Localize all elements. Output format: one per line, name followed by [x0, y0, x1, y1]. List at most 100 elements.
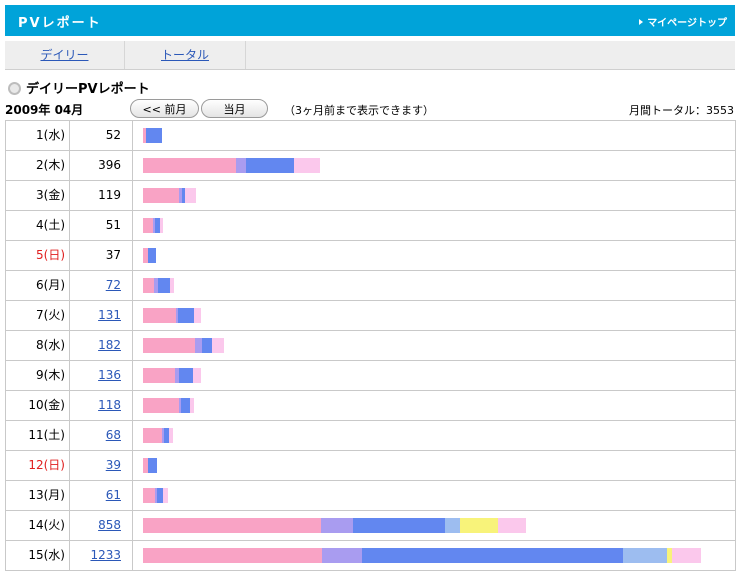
bar-segment [143, 368, 175, 383]
bar-segment [623, 548, 667, 563]
pv-count: 52 [105, 128, 121, 142]
date-label: 1(水) [36, 128, 65, 142]
bar-segment [236, 158, 246, 173]
date-label: 7(火) [36, 308, 65, 322]
daily-pv-table: 1(水) 52 2(木) 396 3(金) 119 4(土) 51 5(日) 37 6(月) 72 7(… [5, 120, 736, 581]
pv-cell: 136 [70, 361, 133, 390]
pv-count: 51 [105, 218, 121, 232]
bar-segment [179, 368, 193, 383]
bar-segment [498, 518, 526, 533]
bar-segment [143, 518, 321, 533]
table-row: 4(土) 51 [5, 211, 736, 241]
bar-segment [148, 248, 156, 263]
pv-count-link[interactable]: 118 [98, 398, 132, 412]
bar-segment [146, 128, 162, 143]
bar-segment [148, 458, 157, 473]
pv-cell: 396 [70, 151, 133, 180]
date-label: 4(土) [36, 218, 65, 232]
date-label: 3(金) [36, 188, 65, 202]
history-note: （3ヶ月前まで表示できます） [284, 104, 434, 117]
bar-segment [353, 518, 445, 533]
bar-segment [143, 398, 179, 413]
date-cell: 1(水) [6, 121, 70, 150]
table-row: 13(月) 61 [5, 481, 736, 511]
bar-segment [672, 548, 701, 563]
date-label: 13(月) [28, 488, 65, 502]
bar-segment [170, 278, 174, 293]
pv-cell: 182 [70, 331, 133, 360]
bar-segment [246, 158, 294, 173]
bar-segment [202, 338, 212, 353]
pv-cell: 131 [70, 301, 133, 330]
pv-count-link[interactable]: 131 [98, 308, 132, 322]
prev-month-button[interactable]: << 前月 [130, 99, 199, 118]
table-row: 8(水) 182 [5, 331, 736, 361]
date-label: 6(月) [36, 278, 65, 292]
pv-cell: 119 [70, 181, 133, 210]
bar-segment [194, 308, 201, 323]
pv-count-link[interactable]: 68 [106, 428, 132, 442]
bar-segment [294, 158, 320, 173]
table-row: 3(金) 119 [5, 181, 736, 211]
pv-cell: 68 [70, 421, 133, 450]
date-label: 8(水) [36, 338, 65, 352]
table-row: 15(水) 1233 [5, 541, 736, 571]
pv-bar-cell [133, 451, 735, 480]
pv-count-link[interactable]: 61 [106, 488, 132, 502]
pv-bar-cell [133, 211, 735, 240]
pv-count-link[interactable]: 182 [98, 338, 132, 352]
bar-segment [169, 428, 173, 443]
pv-bar-cell [133, 121, 735, 150]
bar-segment [321, 518, 353, 533]
section-title: デイリーPVレポート [8, 78, 150, 97]
date-cell: 2(木) [6, 151, 70, 180]
mypage-top-link[interactable]: マイページトップ [639, 14, 727, 29]
date-label: 14(火) [28, 518, 65, 532]
date-label: 11(土) [28, 428, 65, 442]
pv-cell: 72 [70, 271, 133, 300]
pv-cell: 61 [70, 481, 133, 510]
bar-segment [178, 308, 194, 323]
pv-count-link[interactable]: 1233 [90, 548, 132, 562]
pv-count: 37 [105, 248, 121, 262]
bar-segment [143, 428, 162, 443]
pv-count-link[interactable]: 39 [106, 458, 132, 472]
bar-segment [212, 338, 224, 353]
pv-cell: 858 [70, 511, 133, 540]
bar-segment [190, 398, 194, 413]
date-cell: 10(金) [6, 391, 70, 420]
pv-cell: 39 [70, 451, 133, 480]
table-row: 9(木) 136 [5, 361, 736, 391]
pv-cell: 118 [70, 391, 133, 420]
pv-count-link[interactable]: 136 [98, 368, 132, 382]
pv-count: 119 [98, 188, 121, 202]
pv-bar-cell [133, 151, 735, 180]
monthly-total: 月間トータル：3553 [629, 104, 734, 117]
pv-cell: 51 [70, 211, 133, 240]
date-cell: 7(火) [6, 301, 70, 330]
pv-count-link[interactable]: 72 [106, 278, 132, 292]
bar-segment [143, 188, 179, 203]
date-cell: 12(日) [6, 451, 70, 480]
pv-bar-cell [133, 391, 735, 420]
pv-count-link[interactable]: 858 [98, 518, 132, 532]
bar-segment [362, 548, 623, 563]
bar-segment [163, 488, 168, 503]
date-cell: 11(土) [6, 421, 70, 450]
current-month-button[interactable]: 当月 [201, 99, 268, 118]
bar-segment [143, 488, 155, 503]
date-label: 12(日) [28, 458, 65, 472]
bar-segment [322, 548, 362, 563]
pv-bar-cell [133, 301, 735, 330]
table-row: 1(水) 52 [5, 121, 736, 151]
tab-daily[interactable]: デイリー [5, 41, 125, 69]
pv-cell: 37 [70, 241, 133, 270]
pv-bar-cell [133, 241, 735, 270]
bar-segment [143, 278, 154, 293]
pv-bar-cell [133, 331, 735, 360]
table-row: 5(日) 37 [5, 241, 736, 271]
tab-total[interactable]: トータル [125, 41, 246, 69]
date-label: 5(日) [36, 248, 65, 262]
bar-segment [445, 518, 460, 533]
bar-segment [460, 518, 498, 533]
